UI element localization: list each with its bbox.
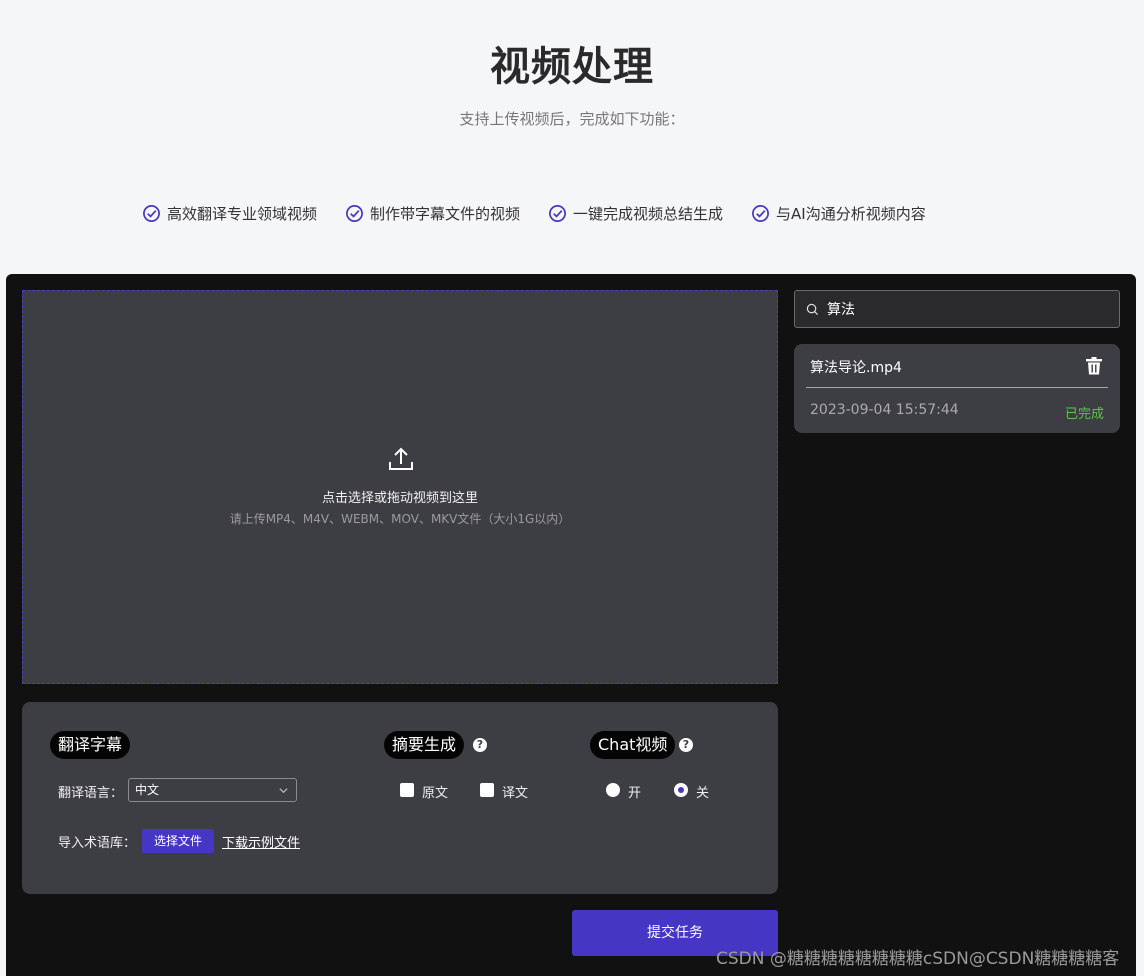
translated-checkbox-label: 译文 — [502, 786, 529, 801]
status-badge: 已完成 — [1064, 407, 1104, 422]
feature-label: 与AI沟通分析视频内容 — [776, 204, 926, 223]
chat-on-label: 开 — [628, 786, 642, 801]
feature-item: 高效翻译专业领域视频 — [142, 203, 317, 224]
original-checkbox[interactable] — [400, 783, 414, 797]
check-circle-icon — [143, 204, 160, 222]
trash-icon[interactable] — [1086, 357, 1102, 375]
check-circle-icon — [752, 204, 770, 222]
page-title: 视频处理 — [490, 44, 654, 90]
feature-item: 一键完成视频总结生成 — [548, 203, 723, 224]
feature-label: 制作带字幕文件的视频 — [370, 204, 521, 223]
divider — [806, 387, 1108, 388]
feature-label: 高效翻译专业领域视频 — [167, 204, 318, 223]
feature-item: 制作带字幕文件的视频 — [345, 203, 520, 224]
chat-on-radio[interactable] — [606, 783, 620, 797]
help-icon[interactable]: ? — [679, 738, 693, 752]
language-select[interactable]: 中文 — [128, 778, 297, 802]
translated-checkbox[interactable] — [480, 783, 494, 797]
summary-section-title: 摘要生成 — [384, 731, 465, 759]
file-search[interactable] — [794, 290, 1120, 328]
watermark: CSDN @糖糖糖糖糖糖糖糖cSDN@CSDN糖糖糖糖客 — [716, 949, 1120, 969]
chat-off-radio[interactable] — [674, 783, 688, 797]
upload-hint: 请上传MP4、M4V、WEBM、MOV、MKV文件（大小1G以内） — [229, 512, 571, 526]
upload-instruction: 点击选择或拖动视频到这里 — [321, 491, 478, 506]
translate-language-label: 翻译语言： — [58, 786, 124, 801]
help-icon[interactable]: ? — [473, 738, 487, 752]
check-circle-icon — [346, 204, 363, 222]
page-subtitle: 支持上传视频后，完成如下功能： — [459, 110, 685, 128]
chat-off-label: 关 — [696, 786, 710, 801]
check-circle-icon — [549, 204, 566, 222]
feature-item: 与AI沟通分析视频内容 — [751, 203, 926, 224]
choose-file-button[interactable]: 选择文件 — [142, 829, 214, 853]
file-timestamp: 2023-09-04 15:57:44 — [810, 402, 959, 418]
upload-icon — [389, 447, 413, 470]
options-panel: 翻译字幕 翻译语言： 中文 导入术语库： 选择文件 下载示例文件 摘要生成 ? … — [22, 702, 778, 894]
search-icon — [806, 303, 819, 316]
original-checkbox-label: 原文 — [422, 786, 449, 801]
chat-section-title: Chat视频 — [590, 731, 676, 759]
feature-label: 一键完成视频总结生成 — [573, 204, 724, 223]
language-select-value: 中文 — [135, 783, 160, 797]
upload-dropzone[interactable]: 点击选择或拖动视频到这里 请上传MP4、M4V、WEBM、MOV、MKV文件（大… — [22, 290, 778, 684]
file-name: 算法导论.mp4 — [810, 360, 902, 376]
glossary-label: 导入术语库： — [58, 836, 137, 851]
download-example-link[interactable]: 下载示例文件 — [222, 832, 300, 851]
chevron-down-icon — [279, 788, 288, 794]
file-list-item[interactable]: 算法导论.mp4 2023-09-04 15:57:44 已完成 — [794, 344, 1120, 433]
search-input[interactable] — [827, 299, 1107, 319]
feature-list: 高效翻译专业领域视频 制作带字幕文件的视频 一键完成视频总结生成 与AI沟通分析… — [142, 201, 926, 225]
workspace-panel: 点击选择或拖动视频到这里 请上传MP4、M4V、WEBM、MOV、MKV文件（大… — [6, 274, 1136, 976]
translate-section-title: 翻译字幕 — [50, 731, 131, 759]
